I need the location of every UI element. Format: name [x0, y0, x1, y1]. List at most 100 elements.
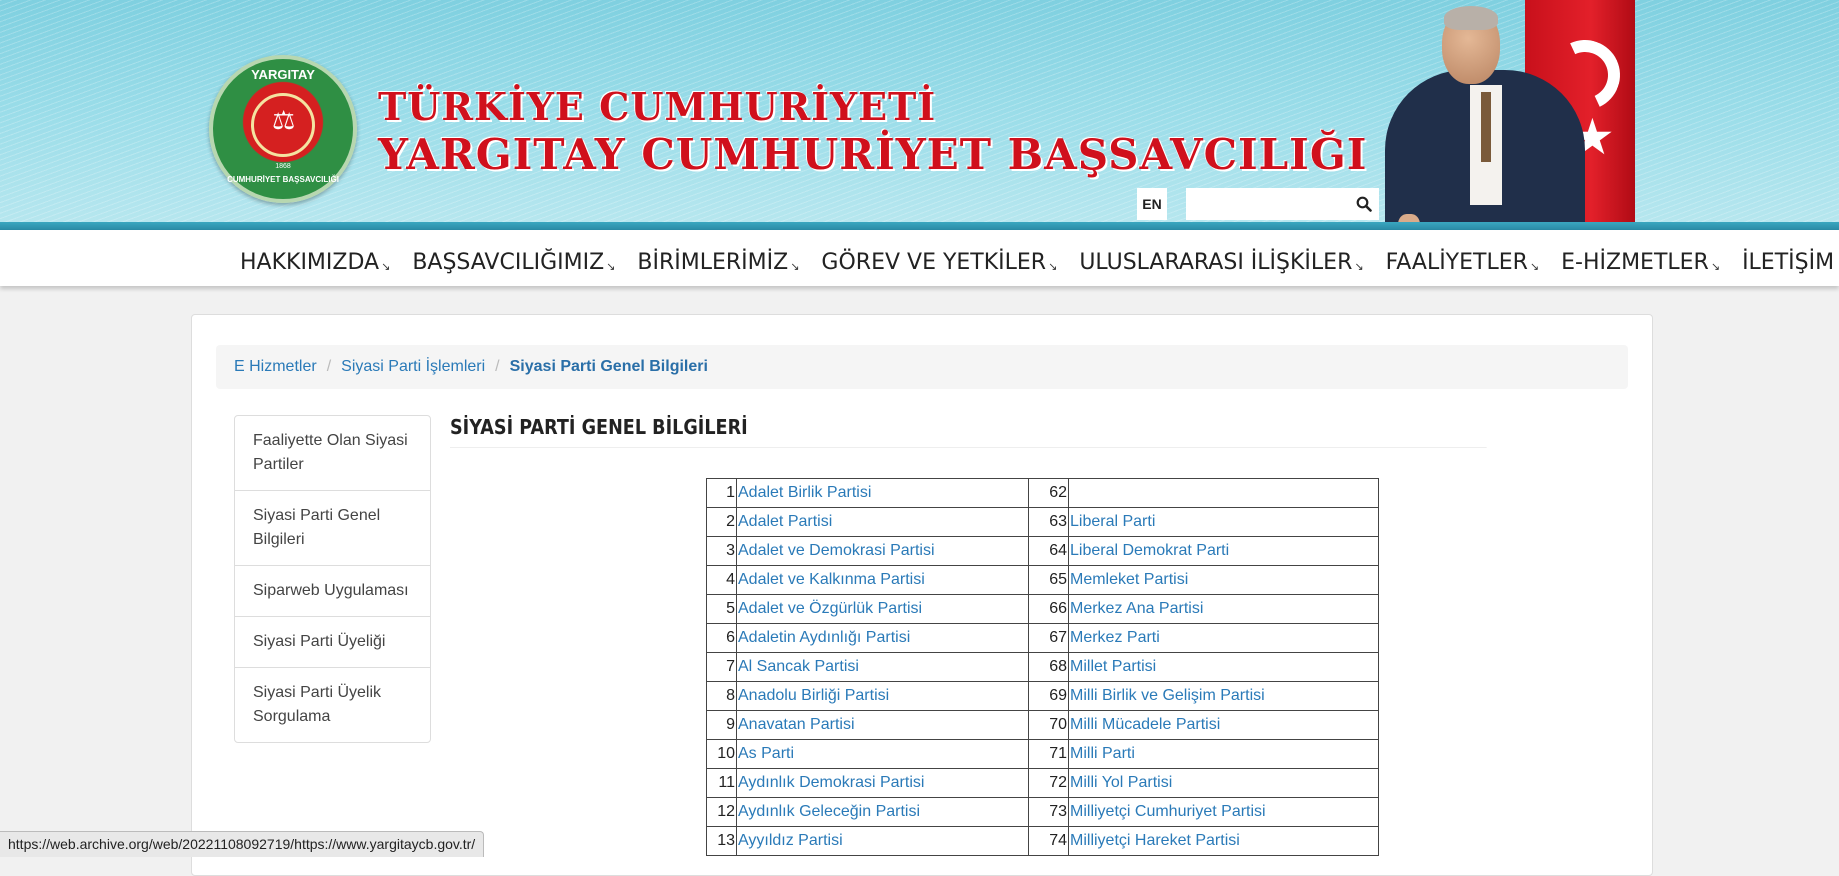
table-cell: Liberal Parti	[1068, 507, 1379, 537]
party-link[interactable]: Millet Partisi	[1070, 658, 1156, 675]
side-menu-item-faaliyette-olan[interactable]: Faaliyette Olan Siyasi Partiler	[235, 416, 430, 490]
party-link[interactable]: Liberal Parti	[1070, 513, 1155, 530]
party-link[interactable]: Adalet Partisi	[738, 513, 832, 530]
nav-item-7[interactable]: İLETİŞİM	[1742, 242, 1834, 275]
table-row: 7 Al Sancak Partisi 68 Millet Partisi	[706, 652, 1379, 682]
table-cell: Milli Mücadele Partisi	[1068, 710, 1379, 740]
party-link[interactable]: Milli Yol Partisi	[1070, 774, 1172, 791]
party-link[interactable]: Adalet ve Özgürlük Partisi	[738, 600, 922, 617]
table-cell	[1068, 478, 1379, 508]
party-link[interactable]: Merkez Parti	[1070, 629, 1160, 646]
party-link[interactable]: Milliyetçi Cumhuriyet Partisi	[1070, 803, 1266, 820]
party-link[interactable]: Adalet ve Demokrasi Partisi	[738, 542, 935, 559]
nav-item-1[interactable]: BAŞSAVCILIĞIMIZ ↘	[412, 242, 615, 275]
party-number: 62	[1049, 484, 1067, 501]
party-number: 6	[726, 629, 735, 646]
table-row: 3 Adalet ve Demokrasi Partisi 64 Liberal De…	[706, 536, 1379, 566]
party-link[interactable]: Liberal Demokrat Parti	[1070, 542, 1229, 559]
table-cell: Merkez Parti	[1068, 623, 1379, 653]
breadcrumb-item-e-hizmetler[interactable]: E Hizmetler	[234, 358, 317, 376]
party-link[interactable]: Milli Parti	[1070, 745, 1135, 762]
table-row: 12 Aydınlık Geleceğin Partisi 73 Milliyetçi…	[706, 797, 1379, 827]
breadcrumb: E Hizmetler / Siyasi Parti İşlemleri / S…	[216, 345, 1628, 389]
table-cell: Aydınlık Demokrasi Partisi	[736, 768, 1029, 798]
party-link[interactable]: Milli Birlik ve Gelişim Partisi	[1070, 687, 1265, 704]
party-link[interactable]: Aydınlık Demokrasi Partisi	[738, 774, 924, 791]
search-icon[interactable]	[1356, 196, 1372, 212]
table-cell: Adaletin Aydınlığı Partisi	[736, 623, 1029, 653]
side-menu-item-uyelik[interactable]: Siyasi Parti Üyeliği	[235, 616, 430, 667]
search-box	[1186, 188, 1379, 220]
side-menu-item-genel-bilgiler[interactable]: Siyasi Parti Genel Bilgileri	[235, 490, 430, 565]
nav-item-6[interactable]: E-HİZMETLER ↘	[1561, 242, 1720, 275]
party-link[interactable]: Merkez Ana Partisi	[1070, 600, 1203, 617]
nav-item-2[interactable]: BİRİMLERİMİZ ↘	[637, 242, 799, 275]
dropdown-arrow-icon: ↘	[1529, 259, 1540, 273]
party-link[interactable]: Anadolu Birliği Partisi	[738, 687, 889, 704]
party-number: 9	[726, 716, 735, 733]
party-number: 4	[726, 571, 735, 588]
table-cell: Adalet ve Özgürlük Partisi	[736, 594, 1029, 624]
party-number: 67	[1049, 629, 1067, 646]
table-row: 5 Adalet ve Özgürlük Partisi 66 Merkez Ana …	[706, 594, 1379, 624]
table-cell: Adalet Partisi	[736, 507, 1029, 537]
breadcrumb-item-siyasi-parti-islemleri[interactable]: Siyasi Parti İşlemleri	[341, 358, 485, 376]
dropdown-arrow-icon: ↘	[606, 259, 616, 273]
portrait-tie	[1481, 92, 1491, 162]
party-link[interactable]: Adaletin Aydınlığı Partisi	[738, 629, 910, 646]
party-link[interactable]: Adalet Birlik Partisi	[738, 484, 871, 501]
table-cell: 4	[706, 565, 737, 595]
party-link[interactable]: Adalet ve Kalkınma Partisi	[738, 571, 925, 588]
table-cell: 64	[1028, 536, 1069, 566]
side-menu-item-siparweb[interactable]: Siparweb Uygulaması	[235, 565, 430, 616]
party-link[interactable]: Aydınlık Geleceğin Partisi	[738, 803, 920, 820]
site-title-line1: TÜRKİYE CUMHURİYETİ	[378, 84, 937, 129]
nav-item-5[interactable]: FAALİYETLER ↘	[1386, 242, 1540, 275]
party-link[interactable]: Memleket Partisi	[1070, 571, 1188, 588]
table-cell: 11	[706, 768, 737, 798]
party-number: 74	[1049, 832, 1067, 849]
party-number: 64	[1049, 542, 1067, 559]
party-link[interactable]: Milli Mücadele Partisi	[1070, 716, 1220, 733]
table-cell: 65	[1028, 565, 1069, 595]
nav-item-3[interactable]: GÖREV VE YETKİLER ↘	[821, 242, 1057, 275]
party-number: 65	[1049, 571, 1067, 588]
party-number: 70	[1049, 716, 1067, 733]
nav-item-label: BAŞSAVCILIĞIMIZ	[412, 249, 605, 275]
browser-status-url: https://web.archive.org/web/202211080927…	[0, 831, 485, 857]
party-link[interactable]: Ayyıldız Partisi	[738, 832, 843, 849]
nav-item-label: BİRİMLERİMİZ	[637, 249, 789, 275]
table-cell: 71	[1028, 739, 1069, 769]
party-table-body: 1 Adalet Birlik Partisi 62 2 Adalet Partisi 6…	[706, 478, 1379, 856]
party-link[interactable]: Al Sancak Partisi	[738, 658, 859, 675]
table-row: 4 Adalet ve Kalkınma Partisi 65 Memleket Pa…	[706, 565, 1379, 595]
party-number: 63	[1049, 513, 1067, 530]
table-row: 13 Ayyıldız Partisi 74 Milliyetçi Hareket P…	[706, 826, 1379, 856]
party-number: 69	[1049, 687, 1067, 704]
search-input[interactable]	[1186, 188, 1346, 220]
nav-item-4[interactable]: ULUSLARARASI İLİŞKİLER ↘	[1079, 242, 1363, 275]
language-en-button[interactable]: EN	[1137, 188, 1167, 220]
party-number: 10	[717, 745, 735, 762]
party-link[interactable]: As Parti	[738, 745, 794, 762]
nav-item-label: ULUSLARARASI İLİŞKİLER	[1079, 249, 1353, 275]
party-number: 73	[1049, 803, 1067, 820]
nav-item-0[interactable]: HAKKIMIZDA ↘	[240, 242, 390, 275]
nav-item-label: GÖREV VE YETKİLER	[821, 249, 1047, 275]
party-link[interactable]: Milliyetçi Hareket Partisi	[1070, 832, 1240, 849]
table-row: 6 Adaletin Aydınlığı Partisi 67 Merkez Part…	[706, 623, 1379, 653]
side-menu-item-uyelik-sorgulama[interactable]: Siyasi Parti Üyelik Sorgulama	[235, 667, 430, 742]
seal-emblem: ⚖	[251, 93, 315, 157]
party-number: 66	[1049, 600, 1067, 617]
table-row: 10 As Parti 71 Milli Parti	[706, 739, 1379, 769]
table-row: 1 Adalet Birlik Partisi 62	[706, 478, 1379, 508]
table-cell: Milli Birlik ve Gelişim Partisi	[1068, 681, 1379, 711]
party-number: 7	[726, 658, 735, 675]
table-cell: 66	[1028, 594, 1069, 624]
party-number: 12	[717, 803, 735, 820]
party-link[interactable]: Anavatan Partisi	[738, 716, 855, 733]
breadcrumb-item-current: Siyasi Parti Genel Bilgileri	[509, 358, 708, 375]
yargitay-seal-logo[interactable]: YARGITAY ⚖ 1868 CUMHURİYET BAŞSAVCILIĞI	[209, 55, 357, 203]
table-cell: Memleket Partisi	[1068, 565, 1379, 595]
breadcrumb-separator: /	[495, 358, 500, 375]
